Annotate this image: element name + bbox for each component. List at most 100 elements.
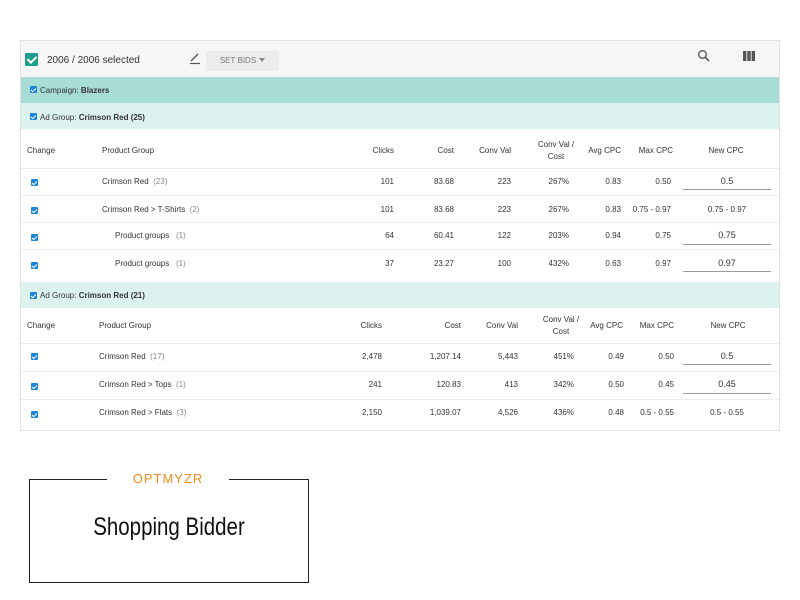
product-name: Shopping Bidder bbox=[93, 513, 245, 541]
product-group-count: (1) bbox=[175, 231, 186, 240]
product-group-cell: Product groups (1) bbox=[115, 259, 186, 268]
row-checkbox[interactable] bbox=[31, 383, 38, 390]
optmyzr-logo: OPTMYZR Shopping Bidder bbox=[29, 471, 309, 583]
new-cpc-underline bbox=[683, 244, 771, 245]
product-group-name: Crimson Red > T-Shirts bbox=[102, 205, 186, 214]
product-group-cell: Crimson Red > Flats (3) bbox=[99, 408, 186, 417]
new-cpc-underline bbox=[683, 271, 771, 272]
select-all-checkbox[interactable] bbox=[25, 53, 38, 66]
new-cpc-input[interactable]: 0.5 bbox=[683, 351, 771, 361]
clicks-cell: 64 bbox=[385, 231, 394, 240]
new-cpc-underline bbox=[683, 189, 771, 190]
clicks-cell: 2,478 bbox=[361, 352, 382, 361]
avg-cpc-cell: 0.83 bbox=[605, 205, 621, 214]
max-cpc-cell: 0.5 - 0.55 bbox=[640, 408, 674, 417]
campaign-name: Blazers bbox=[80, 86, 110, 95]
ad-group-band: Ad Group: Crimson Red (25) bbox=[21, 103, 779, 129]
cost-cell: 60.41 bbox=[433, 231, 454, 240]
row-checkbox[interactable] bbox=[31, 234, 38, 241]
cost-cell: 83.68 bbox=[433, 205, 454, 214]
product-group-count: (1) bbox=[176, 380, 186, 389]
product-group-name: Crimson Red > Flats bbox=[99, 408, 173, 417]
ad-group-checkbox[interactable] bbox=[30, 292, 37, 299]
product-group-cell: Crimson Red (17) bbox=[99, 352, 164, 361]
product-group-name: Product groups bbox=[115, 259, 170, 268]
column-header-max-cpc[interactable]: Max CPC bbox=[623, 146, 673, 155]
row-checkbox[interactable] bbox=[31, 262, 38, 269]
column-header-clicks[interactable]: Clicks bbox=[344, 146, 394, 155]
new-cpc-input[interactable]: 0.45 bbox=[683, 379, 771, 389]
avg-cpc-cell: 0.48 bbox=[608, 408, 624, 417]
conv-val-cell: 413 bbox=[504, 380, 518, 389]
ad-group-checkbox[interactable] bbox=[30, 113, 37, 120]
product-group-count: (23) bbox=[153, 177, 168, 186]
row-checkbox[interactable] bbox=[31, 411, 38, 418]
conv-val-cost-cell: 203% bbox=[548, 231, 569, 240]
conv-val-cost-cell: 432% bbox=[548, 259, 569, 268]
search-icon[interactable] bbox=[697, 49, 711, 63]
product-group-count: (2) bbox=[189, 205, 200, 214]
row-checkbox[interactable] bbox=[31, 353, 38, 360]
product-group-count: (1) bbox=[175, 259, 186, 268]
clicks-cell: 101 bbox=[380, 205, 394, 214]
max-cpc-cell: 0.50 bbox=[655, 177, 671, 186]
product-group-name: Crimson Red bbox=[102, 177, 149, 186]
column-header-change: Change bbox=[27, 146, 56, 155]
set-bids-dropdown[interactable]: SET BIDS bbox=[206, 51, 279, 71]
cost-cell: 120.83 bbox=[436, 380, 461, 389]
product-group-cell: Product groups (1) bbox=[115, 231, 186, 240]
ad-group-label: Ad Group: bbox=[40, 291, 79, 300]
column-header-clicks[interactable]: Clicks bbox=[332, 321, 382, 330]
row-divider bbox=[21, 249, 779, 250]
new-cpc-input[interactable]: 0.75 bbox=[683, 230, 771, 240]
set-bids-label: SET BIDS bbox=[219, 56, 257, 65]
ad-group-label: Ad Group: bbox=[40, 113, 79, 122]
new-cpc-input[interactable]: 0.97 bbox=[683, 258, 771, 268]
product-group-name: Product groups bbox=[115, 231, 170, 240]
ad-group-title: Ad Group: Crimson Red (21) bbox=[40, 291, 145, 300]
ad-group-band: Ad Group: Crimson Red (21) bbox=[21, 282, 779, 308]
column-header-avg-cpc[interactable]: Avg CPC bbox=[571, 146, 621, 155]
column-header-conv-val[interactable]: Conv Val bbox=[468, 321, 518, 330]
row-checkbox[interactable] bbox=[31, 207, 38, 214]
conv-val-cell: 4,526 bbox=[497, 408, 518, 417]
row-divider bbox=[21, 168, 779, 169]
conv-val-cost-cell: 451% bbox=[553, 352, 574, 361]
edit-pencil-icon[interactable] bbox=[188, 51, 202, 65]
column-header-product-group[interactable]: Product Group bbox=[102, 146, 154, 155]
max-cpc-cell: 0.45 bbox=[658, 380, 674, 389]
cost-cell: 23.27 bbox=[433, 259, 454, 268]
column-header-conv-val[interactable]: Conv Val bbox=[461, 146, 511, 155]
product-group-cell: Crimson Red > T-Shirts (2) bbox=[102, 205, 199, 214]
new-cpc-input[interactable]: 0.5 bbox=[683, 176, 771, 186]
avg-cpc-cell: 0.94 bbox=[605, 231, 621, 240]
column-header-new-cpc[interactable]: New CPC bbox=[681, 146, 771, 155]
clicks-cell: 101 bbox=[380, 177, 394, 186]
avg-cpc-cell: 0.49 bbox=[608, 352, 624, 361]
shopping-bidder-panel: 2006 / 2006 selected SET BIDS Campaign: … bbox=[20, 40, 780, 431]
conv-val-cell: 5,443 bbox=[497, 352, 518, 361]
row-divider bbox=[21, 371, 779, 372]
column-header-avg-cpc[interactable]: Avg CPC bbox=[573, 321, 623, 330]
row-checkbox[interactable] bbox=[31, 179, 38, 186]
column-header-cost[interactable]: Cost bbox=[404, 146, 454, 155]
column-header-product-group[interactable]: Product Group bbox=[99, 321, 151, 330]
max-cpc-cell: 0.75 - 0.97 bbox=[632, 205, 671, 214]
campaign-band: Campaign: Blazers bbox=[21, 77, 779, 103]
product-group-count: (3) bbox=[176, 408, 187, 417]
cost-cell: 1,207.14 bbox=[429, 352, 461, 361]
cost-cell: 83.68 bbox=[433, 177, 454, 186]
column-header-max-cpc[interactable]: Max CPC bbox=[624, 321, 674, 330]
max-cpc-cell: 0.97 bbox=[655, 259, 671, 268]
campaign-title: Campaign: Blazers bbox=[40, 86, 109, 95]
avg-cpc-cell: 0.83 bbox=[605, 177, 621, 186]
column-header-cost[interactable]: Cost bbox=[411, 321, 461, 330]
cost-cell: 1,039.07 bbox=[429, 408, 461, 417]
columns-icon[interactable] bbox=[742, 49, 756, 63]
ad-group-title: Ad Group: Crimson Red (25) bbox=[40, 113, 145, 122]
new-cpc-value: 0.5 - 0.55 bbox=[710, 408, 744, 417]
product-group-cell: Crimson Red > Tops (1) bbox=[99, 380, 186, 389]
column-header-new-cpc[interactable]: New CPC bbox=[683, 321, 773, 330]
campaign-checkbox[interactable] bbox=[30, 86, 37, 93]
row-divider bbox=[21, 343, 779, 344]
